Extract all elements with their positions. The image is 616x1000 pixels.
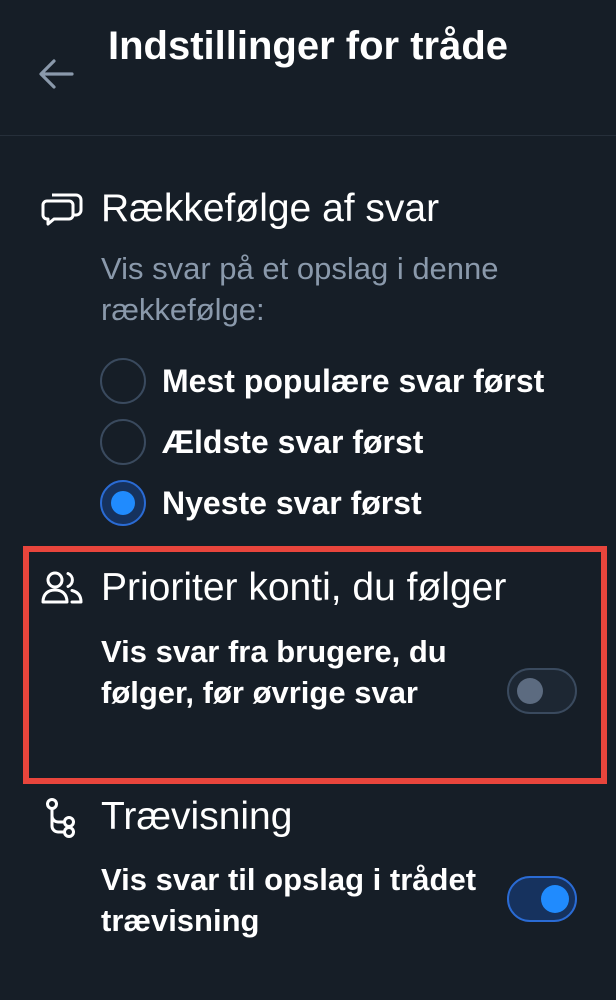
radio-button[interactable] [100,419,146,465]
radio-label: Mest populære svar først [162,363,545,399]
speech-bubbles-icon [41,193,83,226]
radio-newest[interactable]: Nyeste svar først [100,480,610,528]
arrow-left-icon [39,59,74,89]
people-icon [41,571,83,604]
page-title: Indstillinger for tråde [107,24,509,68]
radio-label: Nyeste svar først [162,485,422,521]
tree-section-description: Vis svar til opslag i trådet trævisning [101,862,477,938]
prioritize-section-description: Vis svar fra brugere, du følger, før øvr… [101,634,447,710]
radio-oldest[interactable]: Ældste svar først [100,419,610,467]
header: Indstillinger for tråde [0,0,616,136]
tree-view-toggle[interactable] [507,876,577,922]
sort-section-title: Rækkefølge af svar [101,187,440,230]
toggle-knob [541,885,569,913]
radio-button[interactable] [100,358,146,404]
radio-button-selected[interactable] [100,480,146,526]
radio-label: Ældste svar først [162,424,424,460]
sort-section-description: Vis svar på et opslag i denne rækkefølge… [101,251,499,327]
tree-view-icon [46,798,75,838]
radio-most-popular[interactable]: Mest populære svar først [100,358,610,406]
back-button[interactable] [36,56,76,92]
tree-section-title: Trævisning [101,795,293,838]
prioritize-followed-toggle[interactable] [507,668,577,714]
toggle-knob [517,678,543,704]
prioritize-section-title: Prioriter konti, du følger [101,566,507,609]
